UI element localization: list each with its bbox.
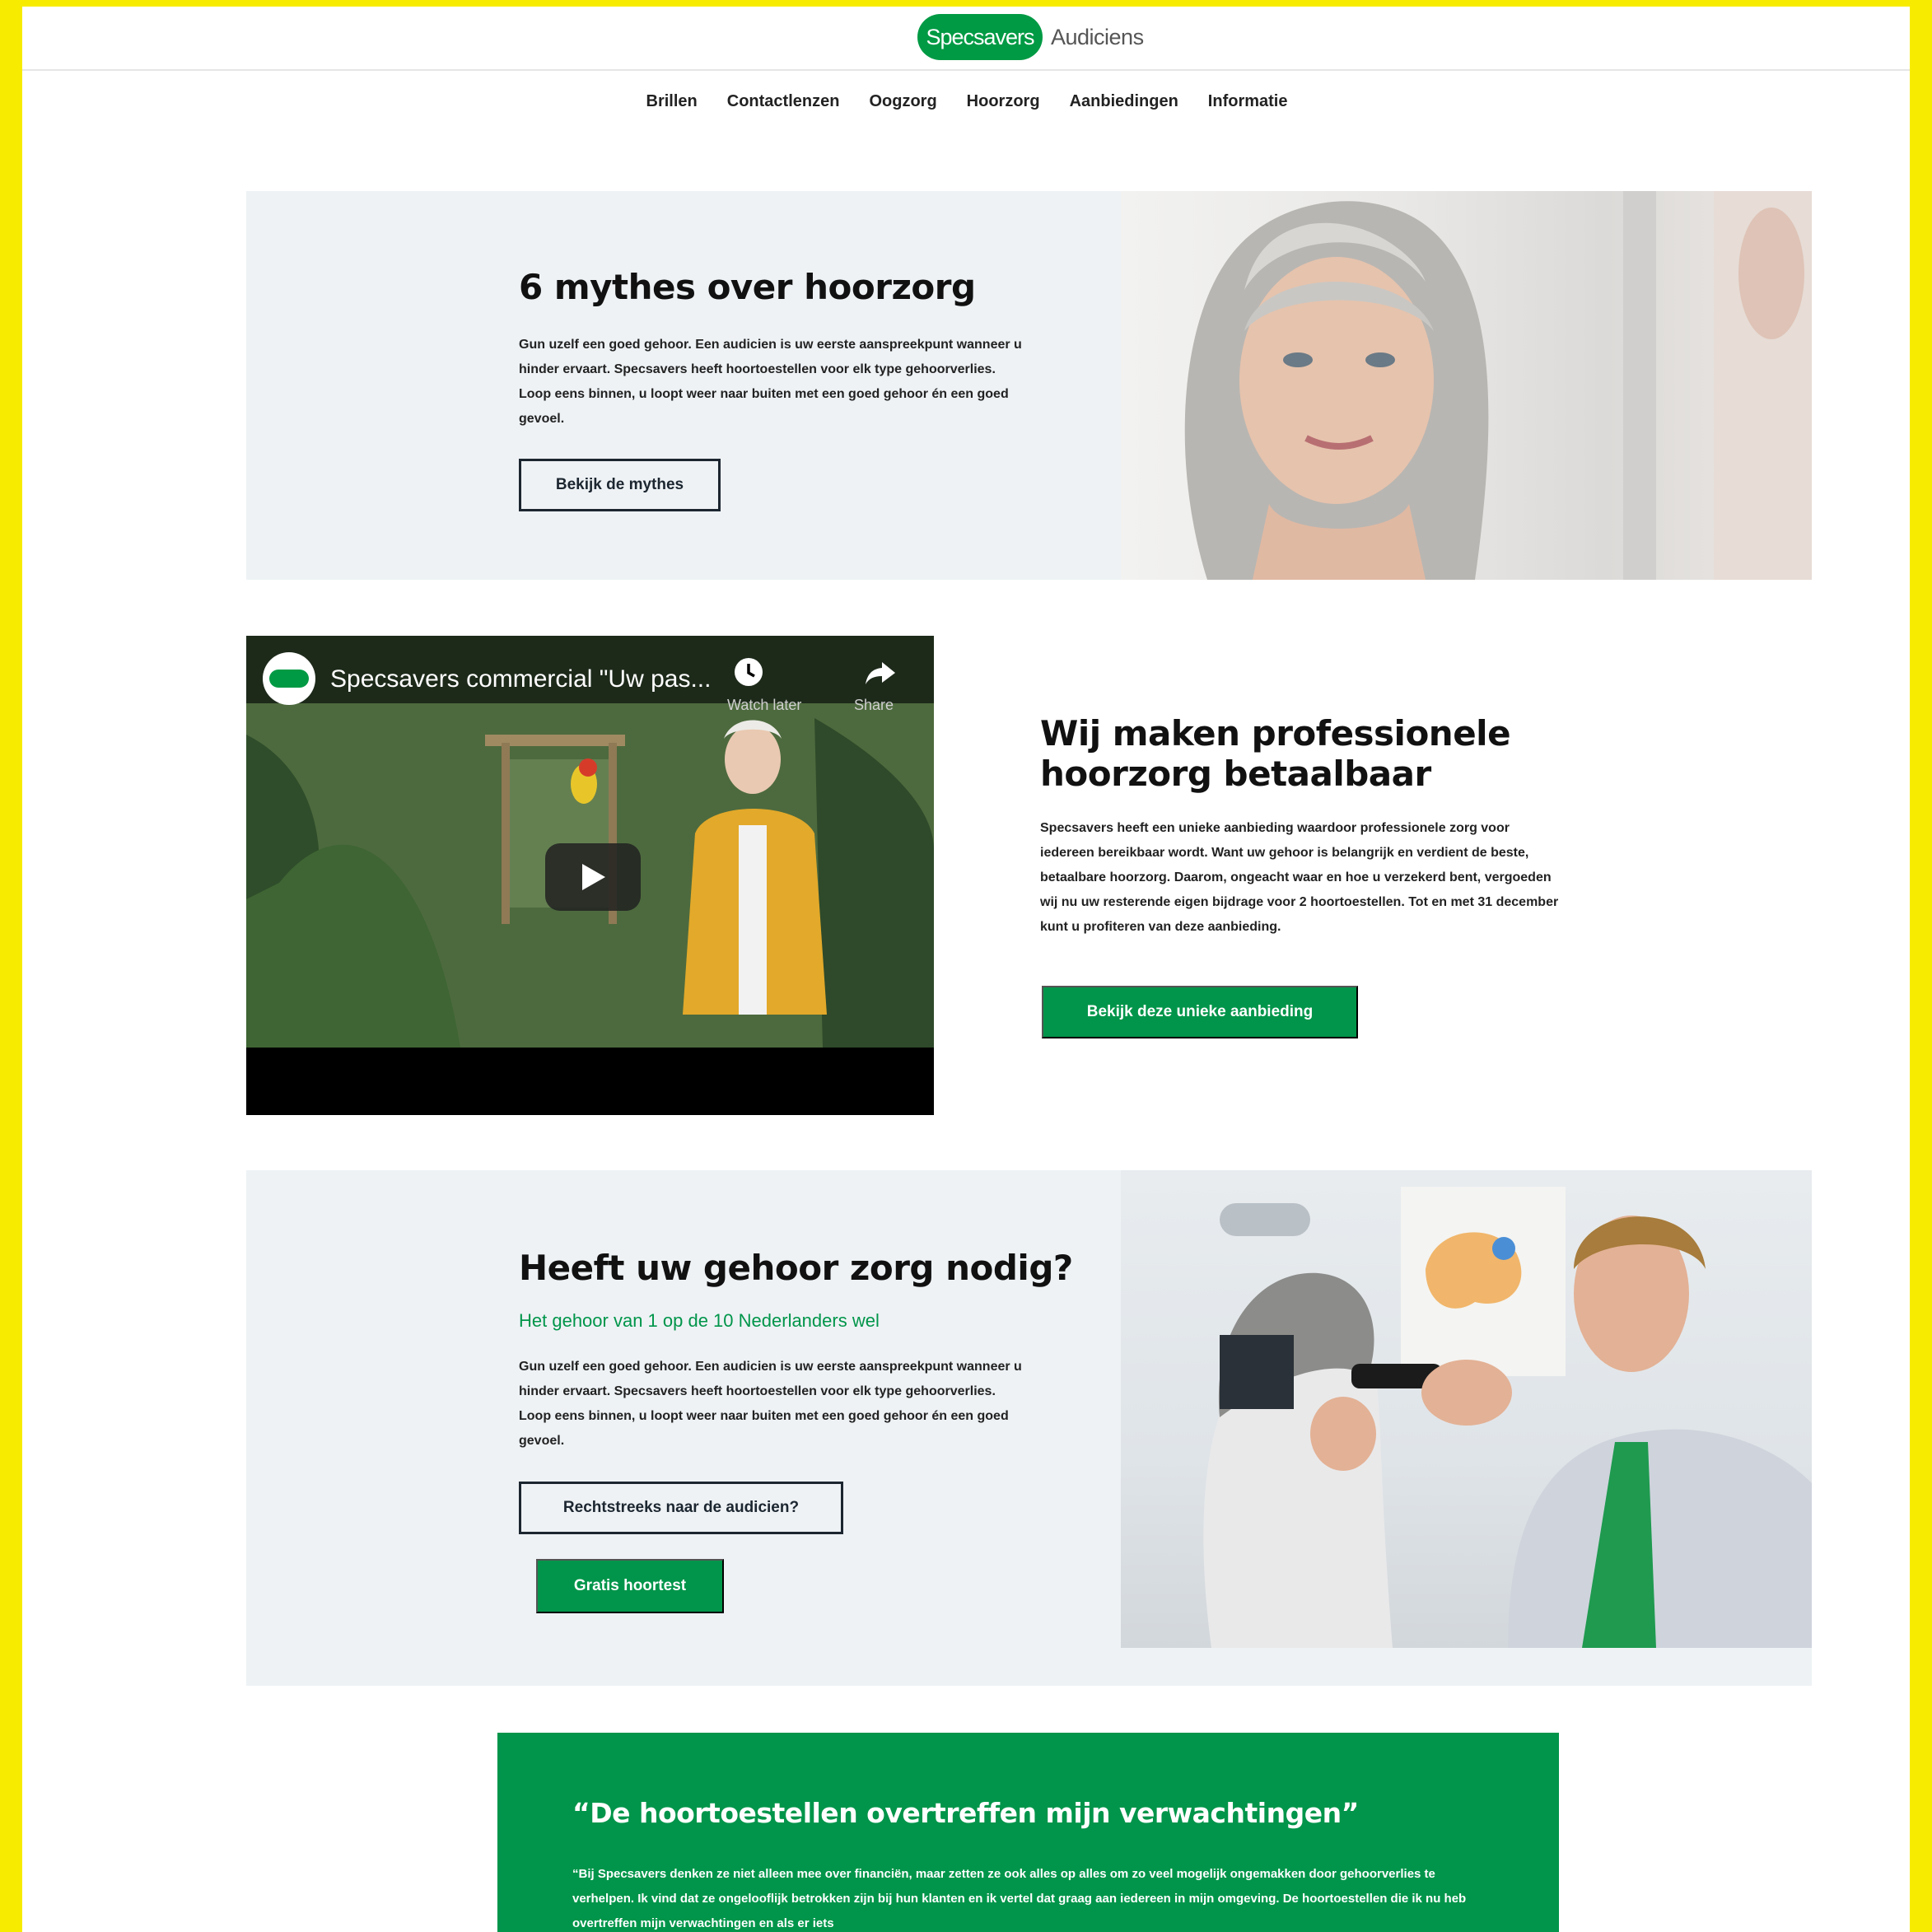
hearing-care-subtitle: Het gehoor van 1 op de 10 Nederlanders w… [519, 1310, 880, 1331]
testimonial-section: “De hoortoestellen overtreffen mijn verw… [497, 1733, 1559, 1932]
testimonial-body: “Bij Specsavers denken ze niet alleen me… [572, 1867, 1467, 1930]
free-hearing-test-button[interactable]: Gratis hoortest [536, 1559, 724, 1613]
myths-title: 6 mythes over hoorzorg [519, 267, 976, 307]
share-icon[interactable] [864, 656, 897, 688]
myths-section: 6 mythes over hoorzorg Gun uzelf een goe… [246, 191, 1812, 580]
nav-item-oogzorg[interactable]: Oogzorg [869, 92, 936, 111]
nav-item-hoorzorg[interactable]: Hoorzorg [967, 92, 1040, 111]
direct-to-audicien-button[interactable]: Rechtstreeks naar de audicien? [519, 1482, 843, 1534]
audicien-examination-image [1121, 1170, 1812, 1648]
nav-item-aanbiedingen[interactable]: Aanbiedingen [1070, 92, 1178, 111]
logo-subtitle: Audiciens [1051, 24, 1144, 49]
watch-later-label: Watch later [727, 697, 802, 713]
woman-portrait-image [1121, 191, 1812, 580]
myths-body: Gun uzelf een goed gehoor. Een audicien … [519, 338, 1022, 426]
hearing-care-section: Heeft uw gehoor zorg nodig? Het gehoor v… [246, 1170, 1812, 1686]
nav-item-brillen[interactable]: Brillen [646, 92, 698, 111]
logo-brand: Specsavers [917, 14, 1043, 60]
nav-item-contactlenzen[interactable]: Contactlenzen [727, 92, 840, 111]
specsavers-logo[interactable]: Specsavers Audiciens [917, 14, 1144, 60]
hearing-care-body: Gun uzelf een goed gehoor. Een audicien … [519, 1360, 1022, 1448]
hearing-care-title: Heeft uw gehoor zorg nodig? [519, 1248, 1073, 1288]
watch-later-icon[interactable] [732, 656, 765, 688]
view-offer-button[interactable]: Bekijk deze unieke aanbieding [1042, 986, 1358, 1038]
share-label: Share [854, 697, 894, 713]
main-nav: Brillen Contactlenzen Oogzorg Hoorzorg A… [22, 92, 1910, 111]
play-button[interactable] [545, 843, 641, 911]
affordable-section: Wij maken professionele hoorzorg betaalb… [1040, 713, 1567, 940]
site-header: Specsavers Audiciens [22, 7, 1910, 71]
nav-item-informatie[interactable]: Informatie [1208, 92, 1288, 111]
play-icon [582, 864, 605, 890]
video-title[interactable]: Specsavers commercial "Uw pas... [330, 665, 711, 693]
affordable-title: Wij maken professionele hoorzorg betaalb… [1040, 713, 1511, 794]
affordable-body: Specsavers heeft een unieke aanbieding w… [1040, 821, 1559, 934]
channel-avatar[interactable] [263, 652, 315, 705]
view-myths-button[interactable]: Bekijk de mythes [519, 459, 721, 511]
video-player[interactable]: Specsavers commercial "Uw pas... Watch l… [246, 636, 934, 1115]
testimonial-title: “De hoortoestellen overtreffen mijn verw… [572, 1797, 1359, 1829]
web-page: Specsavers Audiciens Brillen Contactlenz… [22, 7, 1910, 1932]
